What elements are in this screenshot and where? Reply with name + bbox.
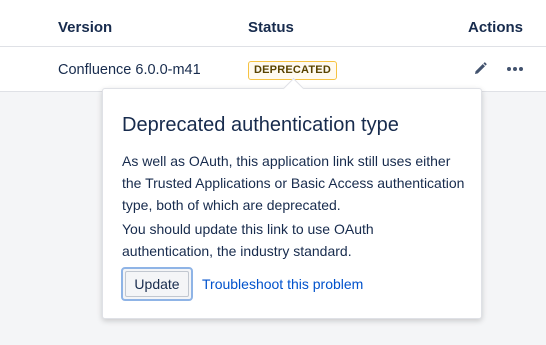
column-header-status: Status xyxy=(248,19,294,36)
update-button[interactable]: Update xyxy=(121,267,193,301)
column-header-actions: Actions xyxy=(468,19,524,36)
more-icon[interactable] xyxy=(506,60,524,78)
dialog-title: Deprecated authentication type xyxy=(122,114,399,136)
deprecation-dialog: Deprecated authentication type As well a… xyxy=(102,77,482,319)
header-divider xyxy=(0,46,546,47)
application-links-table: Version Status Actions Confluence 6.0.0-… xyxy=(0,0,546,92)
update-button-label: Update xyxy=(125,271,189,297)
row-version: Confluence 6.0.0-m41 xyxy=(58,62,201,78)
column-header-version: Version xyxy=(58,19,113,36)
dialog-paragraph-2: You should update this link to use OAuth… xyxy=(122,221,374,259)
troubleshoot-link[interactable]: Troubleshoot this problem xyxy=(202,275,363,293)
pencil-icon[interactable] xyxy=(471,60,489,78)
dialog-paragraph-1: As well as OAuth, this application link … xyxy=(122,153,465,213)
